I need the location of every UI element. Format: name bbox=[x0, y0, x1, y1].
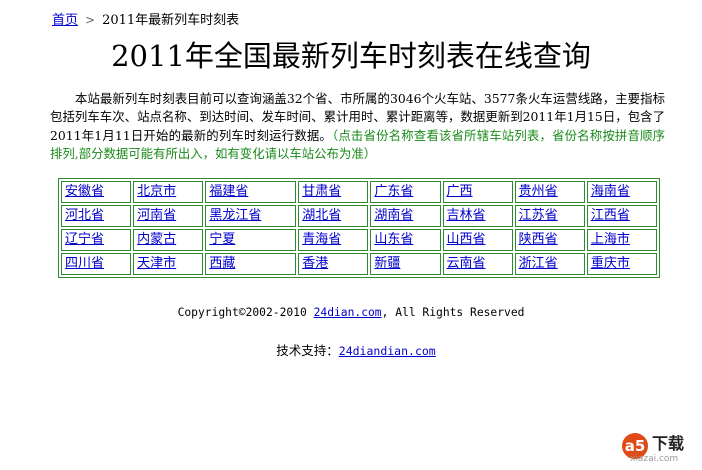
province-link[interactable]: 陕西省 bbox=[519, 232, 558, 247]
province-link[interactable]: 海南省 bbox=[591, 184, 630, 199]
province-cell: 福建省 bbox=[205, 181, 297, 203]
province-link[interactable]: 甘肃省 bbox=[302, 184, 341, 199]
province-link[interactable]: 四川省 bbox=[65, 256, 104, 271]
province-cell: 河南省 bbox=[133, 205, 204, 227]
province-link[interactable]: 河南省 bbox=[137, 208, 176, 223]
province-cell: 贵州省 bbox=[514, 181, 585, 203]
copyright-link[interactable]: 24dian.com bbox=[314, 306, 382, 319]
province-link[interactable]: 广西 bbox=[447, 184, 473, 199]
province-link[interactable]: 北京市 bbox=[137, 184, 176, 199]
province-cell: 山东省 bbox=[370, 229, 441, 251]
province-link[interactable]: 新疆 bbox=[374, 256, 400, 271]
province-link[interactable]: 山西省 bbox=[447, 232, 486, 247]
watermark-text: 下载 bbox=[652, 434, 685, 453]
breadcrumb-current: 2011年最新列车时刻表 bbox=[102, 13, 240, 28]
province-link[interactable]: 宁夏 bbox=[209, 232, 235, 247]
province-row: 辽宁省 内蒙古 宁夏 青海省 山东省 山西省 陕西省 上海市 bbox=[61, 229, 657, 251]
province-cell: 海南省 bbox=[586, 181, 657, 203]
province-cell: 宁夏 bbox=[205, 229, 297, 251]
province-cell: 江苏省 bbox=[514, 205, 585, 227]
province-link[interactable]: 黑龙江省 bbox=[209, 208, 261, 223]
copyright-prefix: Copyright©2002-2010 bbox=[177, 306, 314, 319]
province-cell: 天津市 bbox=[133, 253, 204, 275]
province-link[interactable]: 内蒙古 bbox=[137, 232, 176, 247]
province-link[interactable]: 重庆市 bbox=[591, 256, 630, 271]
breadcrumb: 首页 >2011年最新列车时刻表 bbox=[52, 11, 239, 30]
province-cell: 陕西省 bbox=[514, 229, 585, 251]
province-cell: 广东省 bbox=[370, 181, 441, 203]
province-link[interactable]: 湖北省 bbox=[302, 208, 341, 223]
province-cell: 新疆 bbox=[370, 253, 441, 275]
province-cell: 河北省 bbox=[61, 205, 132, 227]
province-cell: 北京市 bbox=[133, 181, 204, 203]
province-link[interactable]: 贵州省 bbox=[519, 184, 558, 199]
province-link[interactable]: 上海市 bbox=[591, 232, 630, 247]
province-link[interactable]: 辽宁省 bbox=[65, 232, 104, 247]
province-cell: 上海市 bbox=[586, 229, 657, 251]
intro-paragraph: 本站最新列车时刻表目前可以查询涵盖32个省、市所属的3046个火车站、3577条… bbox=[50, 90, 665, 163]
page-title: 2011年全国最新列车时刻表在线查询 bbox=[111, 39, 591, 73]
province-cell: 云南省 bbox=[442, 253, 513, 275]
province-link[interactable]: 香港 bbox=[302, 256, 328, 271]
breadcrumb-home-link[interactable]: 首页 bbox=[52, 13, 78, 28]
province-link[interactable]: 山东省 bbox=[374, 232, 413, 247]
province-link[interactable]: 福建省 bbox=[209, 184, 248, 199]
province-link[interactable]: 西藏 bbox=[209, 256, 235, 271]
province-link[interactable]: 广东省 bbox=[374, 184, 413, 199]
province-link[interactable]: 河北省 bbox=[65, 208, 104, 223]
support-link[interactable]: 24diandian.com bbox=[339, 344, 436, 358]
province-cell: 青海省 bbox=[298, 229, 369, 251]
watermark-site: xiazai.com bbox=[630, 454, 679, 464]
copyright-suffix: , All Rights Reserved bbox=[381, 306, 525, 319]
province-cell: 吉林省 bbox=[442, 205, 513, 227]
province-link[interactable]: 湖南省 bbox=[374, 208, 413, 223]
province-cell: 辽宁省 bbox=[61, 229, 132, 251]
province-link[interactable]: 江苏省 bbox=[519, 208, 558, 223]
province-row: 河北省 河南省 黑龙江省 湖北省 湖南省 吉林省 江苏省 江西省 bbox=[61, 205, 657, 227]
province-cell: 甘肃省 bbox=[298, 181, 369, 203]
province-row: 安徽省 北京市 福建省 甘肃省 广东省 广西 贵州省 海南省 bbox=[61, 181, 657, 203]
province-cell: 山西省 bbox=[442, 229, 513, 251]
province-row: 四川省 天津市 西藏 香港 新疆 云南省 浙江省 重庆市 bbox=[61, 253, 657, 275]
province-cell: 广西 bbox=[442, 181, 513, 203]
province-table: 安徽省 北京市 福建省 甘肃省 广东省 广西 贵州省 海南省河北省 河南省 黑龙江省 湖北省 湖南省 吉… bbox=[58, 178, 660, 278]
province-cell: 香港 bbox=[298, 253, 369, 275]
province-cell: 浙江省 bbox=[514, 253, 585, 275]
support-label: 技术支持： bbox=[276, 343, 339, 358]
tech-support: 技术支持：24diandian.com bbox=[0, 342, 702, 360]
watermark-logo: a5 下载 xiazai.com bbox=[622, 432, 696, 464]
province-link[interactable]: 云南省 bbox=[447, 256, 486, 271]
province-cell: 黑龙江省 bbox=[205, 205, 297, 227]
province-cell: 江西省 bbox=[586, 205, 657, 227]
province-link[interactable]: 安徽省 bbox=[65, 184, 104, 199]
province-link[interactable]: 青海省 bbox=[302, 232, 341, 247]
province-cell: 湖南省 bbox=[370, 205, 441, 227]
province-link[interactable]: 浙江省 bbox=[519, 256, 558, 271]
province-cell: 内蒙古 bbox=[133, 229, 204, 251]
province-cell: 湖北省 bbox=[298, 205, 369, 227]
province-cell: 安徽省 bbox=[61, 181, 132, 203]
copyright: Copyright©2002-2010 24dian.com, All Righ… bbox=[0, 304, 702, 322]
province-cell: 重庆市 bbox=[586, 253, 657, 275]
province-link[interactable]: 天津市 bbox=[137, 256, 176, 271]
breadcrumb-separator: > bbox=[85, 13, 96, 27]
province-cell: 四川省 bbox=[61, 253, 132, 275]
province-link[interactable]: 吉林省 bbox=[447, 208, 486, 223]
province-link[interactable]: 江西省 bbox=[591, 208, 630, 223]
province-cell: 西藏 bbox=[205, 253, 297, 275]
